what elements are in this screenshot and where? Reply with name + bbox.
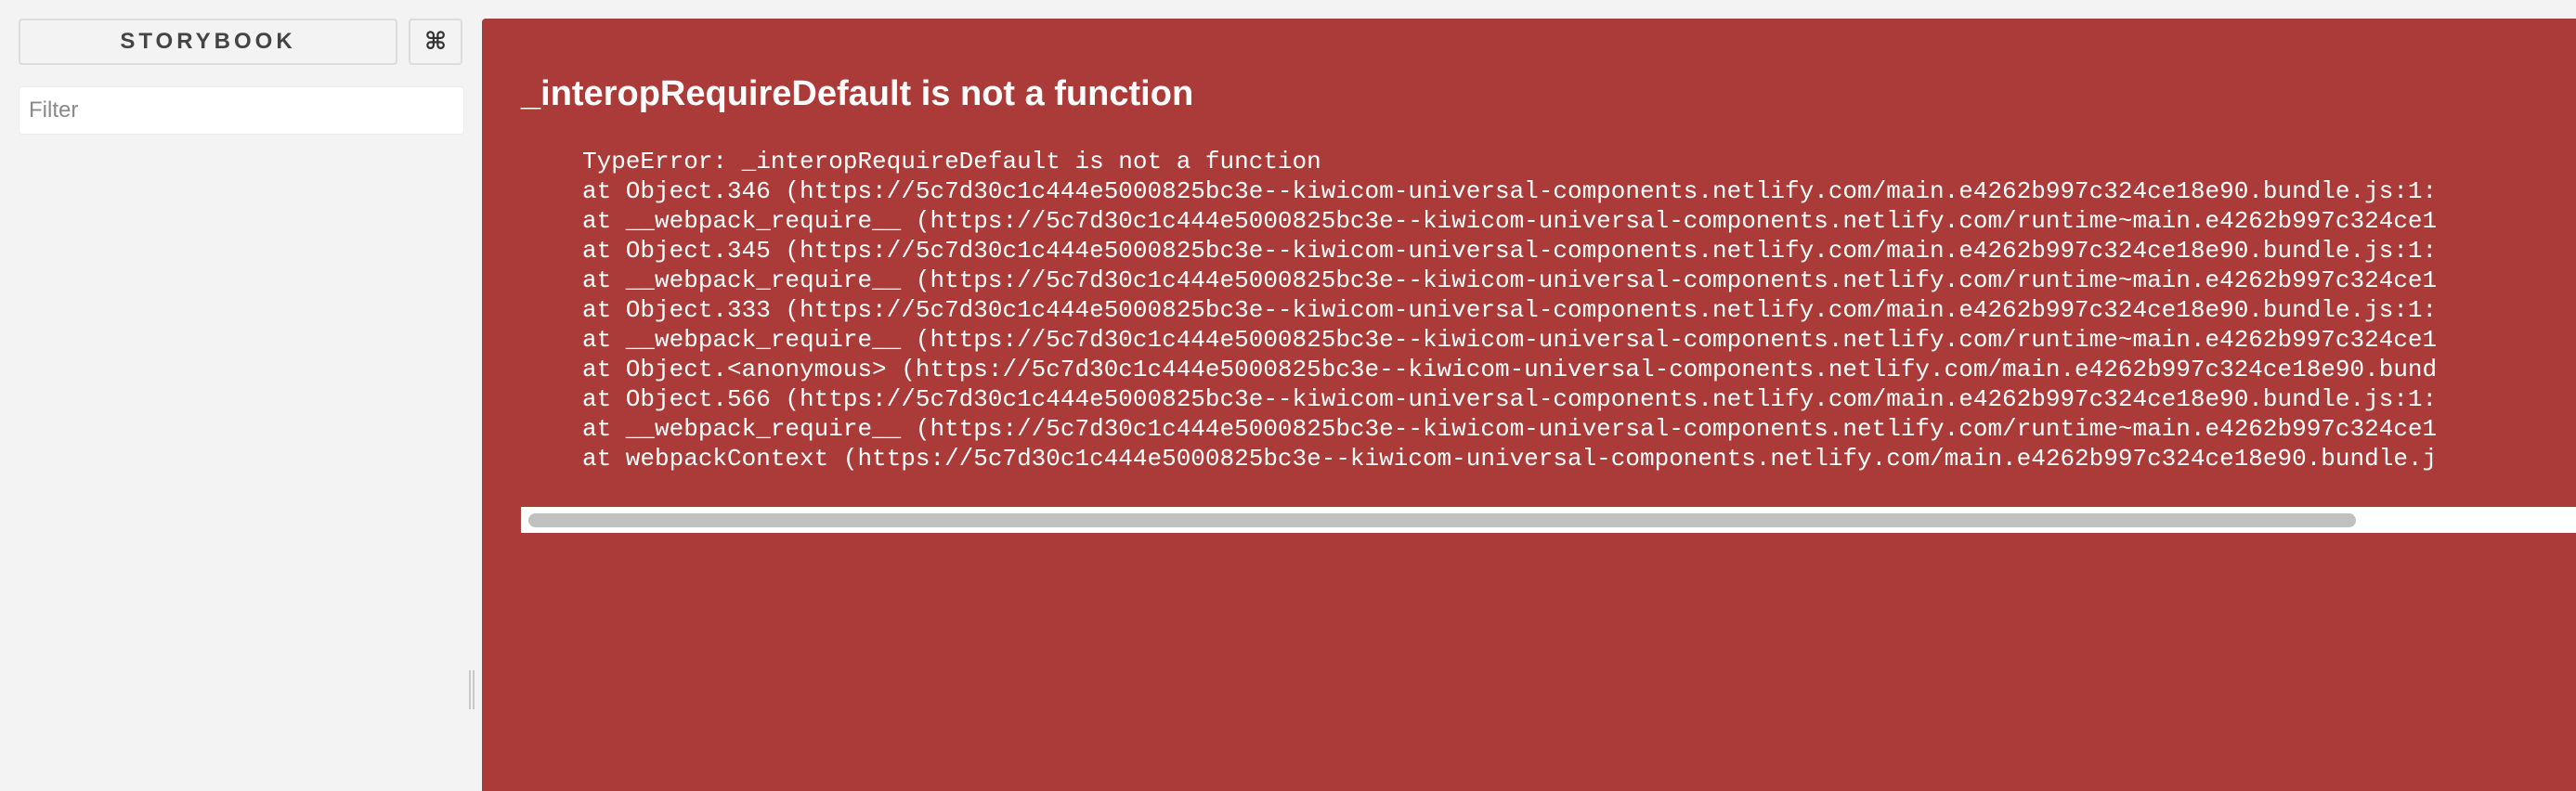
stack-trace: TypeError: _interopRequireDefault is not… <box>521 147 2576 473</box>
stack-trace-line: at __webpack_require__ (https://5c7d30c1… <box>582 415 2438 443</box>
stack-trace-line: at Object.345 (https://5c7d30c1c444e5000… <box>582 237 2438 265</box>
filter-input[interactable] <box>19 86 464 135</box>
stack-trace-line: at Object.566 (https://5c7d30c1c444e5000… <box>582 385 2438 413</box>
storybook-app: STORYBOOK ⌘ _interopRequireDefault is no… <box>0 0 2576 791</box>
brand-label: STORYBOOK <box>120 29 296 54</box>
sidebar: STORYBOOK ⌘ <box>0 0 482 791</box>
stack-trace-line: TypeError: _interopRequireDefault is not… <box>582 148 1321 175</box>
stack-trace-line: at Object.346 (https://5c7d30c1c444e5000… <box>582 177 2438 205</box>
keyboard-shortcuts-button[interactable]: ⌘ <box>409 19 462 65</box>
storybook-brand-button[interactable]: STORYBOOK <box>19 19 397 65</box>
stack-trace-line: at __webpack_require__ (https://5c7d30c1… <box>582 266 2438 294</box>
stack-trace-line: at __webpack_require__ (https://5c7d30c1… <box>582 207 2438 235</box>
error-title: _interopRequireDefault is not a function <box>521 74 1194 113</box>
stack-trace-line: at __webpack_require__ (https://5c7d30c1… <box>582 326 2438 354</box>
stack-trace-line: at Object.<anonymous> (https://5c7d30c1c… <box>582 356 2438 383</box>
stack-trace-container: TypeError: _interopRequireDefault is not… <box>521 147 2576 509</box>
scrollbar-thumb[interactable] <box>528 513 2356 527</box>
sidebar-resize-handle[interactable] <box>469 670 475 709</box>
command-icon: ⌘ <box>423 28 448 56</box>
preview-error-panel: _interopRequireDefault is not a function… <box>482 19 2576 791</box>
horizontal-scrollbar[interactable] <box>521 507 2576 533</box>
stack-trace-line: at webpackContext (https://5c7d30c1c444e… <box>582 445 2438 473</box>
stack-trace-line: at Object.333 (https://5c7d30c1c444e5000… <box>582 296 2438 324</box>
